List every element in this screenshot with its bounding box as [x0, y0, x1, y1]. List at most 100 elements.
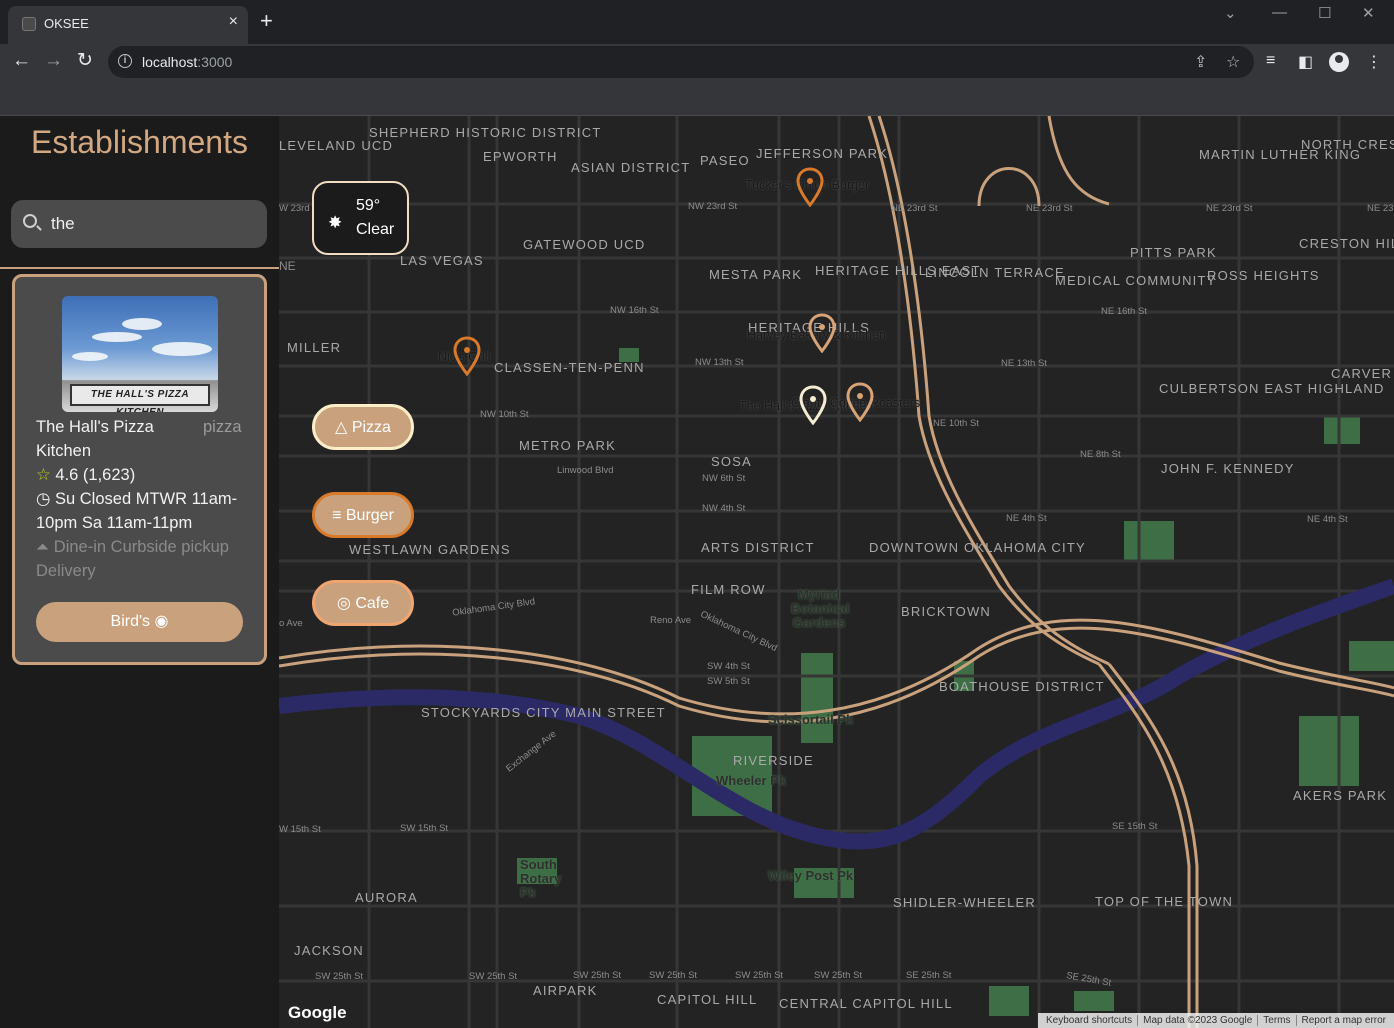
browser-toolbar: ← → ↻ i localhost:3000 ⇪ ☆ ≡ ◧ ⋮ — [0, 44, 1394, 80]
district-label: MARTIN LUTHER KING — [1199, 147, 1362, 162]
sidebar: Establishments THE HALL'S PIZZA KITCHEN … — [0, 116, 279, 1028]
street-label: NE 4th St — [1307, 514, 1348, 525]
share-icon[interactable]: ⇪ — [1194, 52, 1207, 72]
district-label: EPWORTH — [483, 149, 558, 164]
site-info-icon[interactable]: i — [118, 54, 132, 68]
eye-icon: ◉ — [154, 613, 169, 630]
district-label: STOCKYARDS CITY MAIN STREET — [421, 705, 666, 720]
map-marker-selected[interactable] — [799, 385, 827, 425]
district-label: LINCOLN TERRACE — [925, 265, 1065, 280]
clock-icon: ◷ — [36, 490, 51, 508]
media-control-icon[interactable]: ≡ — [1266, 52, 1275, 70]
side-panel-icon[interactable]: ◧ — [1298, 52, 1313, 72]
park-label: Myriad Botanical Gardens — [791, 587, 850, 630]
district-label: LAS VEGAS — [400, 253, 484, 268]
district-label: AURORA — [355, 890, 418, 905]
maximize-icon[interactable]: ☐ — [1318, 4, 1331, 22]
street-label: SE 25th St — [906, 970, 952, 981]
tab-search-icon[interactable]: ⌄ — [1224, 4, 1237, 22]
park-label: Scissortail Pk — [768, 712, 854, 727]
street-label: NE 8th St — [1080, 449, 1121, 460]
street-label: SW 25th St — [469, 971, 518, 982]
hours-text: Su Closed MTWR 11am-10pm Sa 11am-11pm — [36, 490, 238, 532]
street-label: Linwood Blvd — [557, 465, 614, 476]
birds-button-label: Bird's — [110, 613, 151, 630]
browser-titlebar: OKSEE × + ⌄ — ☐ ✕ — [0, 0, 1394, 44]
map-marker-grill[interactable] — [453, 336, 481, 376]
filter-pizza-button[interactable]: △ Pizza — [312, 404, 414, 450]
back-icon[interactable]: ← — [12, 50, 31, 72]
district-label: BOATHOUSE DISTRICT — [939, 679, 1105, 694]
services-text: Dine-in Curbside pickup Delivery — [36, 538, 229, 580]
establishment-card[interactable]: THE HALL'S PIZZA KITCHEN The Hall's Pizz… — [12, 274, 267, 665]
street-label: NE 13th St — [1001, 358, 1047, 369]
filter-cafe-button[interactable]: ◎ Cafe — [312, 580, 414, 626]
bookmark-star-icon[interactable]: ☆ — [1226, 52, 1240, 72]
map-marker-bakery[interactable] — [808, 313, 836, 353]
new-tab-icon[interactable]: + — [260, 10, 273, 32]
district-label: CRESTON HILLS SOUTH — [1299, 236, 1394, 251]
search-icon — [23, 214, 37, 228]
street-label: NE 23rd St — [1206, 203, 1253, 214]
report-error-link[interactable]: Report a map error — [1295, 1015, 1391, 1026]
filter-label: Burger — [345, 507, 394, 524]
close-tab-icon[interactable]: × — [229, 13, 238, 31]
rating-text: 4.6 (1,623) — [55, 466, 136, 484]
keyboard-shortcuts-link[interactable]: Keyboard shortcuts — [1041, 1015, 1137, 1026]
street-label: NE — [279, 259, 296, 273]
filter-label: Cafe — [355, 595, 390, 612]
birds-button[interactable]: Bird's ◉ — [36, 602, 243, 642]
filter-burger-button[interactable]: ≡ Burger — [312, 492, 414, 538]
search-input[interactable] — [51, 210, 251, 238]
map[interactable]: SHEPHERD HISTORIC DISTRICT LEVELAND UCD … — [279, 116, 1394, 1028]
district-label: ASIAN DISTRICT — [571, 160, 691, 175]
map-marker-cafe[interactable] — [846, 382, 874, 422]
establishment-photo: THE HALL'S PIZZA KITCHEN — [62, 296, 218, 412]
minimize-icon[interactable]: — — [1272, 4, 1287, 21]
district-label: DOWNTOWN OKLAHOMA CITY — [869, 540, 1086, 555]
street-label: SW 25th St — [315, 971, 364, 982]
terms-link[interactable]: Terms — [1257, 1015, 1296, 1026]
address-bar[interactable]: i localhost:3000 ⇪ ☆ — [108, 46, 1254, 78]
street-label: NE 23 — [1367, 203, 1394, 214]
district-label: CENTRAL CAPITOL HILL — [779, 996, 953, 1011]
map-marker-burger[interactable] — [796, 167, 824, 207]
forward-icon[interactable]: → — [44, 50, 63, 72]
weather-condition: Clear — [356, 221, 395, 238]
street-label: NW 4th St — [702, 503, 746, 514]
divider — [0, 267, 279, 269]
district-label: CAPITOL HILL — [657, 992, 758, 1007]
district-label: PASEO — [700, 153, 750, 168]
map-attribution: Keyboard shortcuts Map data ©2023 Google T… — [1037, 1013, 1394, 1028]
establishment-name: The Hall's Pizza Kitchen — [36, 418, 154, 460]
district-label: SHIDLER-WHEELER — [893, 895, 1036, 910]
district-label: ARTS DISTRICT — [701, 540, 815, 555]
rating-row: ☆ 4.6 (1,623) — [36, 463, 256, 487]
map-data-text: Map data ©2023 Google — [1137, 1015, 1258, 1026]
google-logo: Google — [288, 1003, 347, 1022]
address-url[interactable]: localhost:3000 — [142, 54, 232, 70]
bookmarks-bar — [0, 80, 1394, 116]
reload-icon[interactable]: ↻ — [77, 50, 93, 72]
district-label: MEDICAL COMMUNITY — [1055, 273, 1217, 288]
district-label: AIRPARK — [533, 983, 598, 998]
sun-icon: ✸ — [328, 213, 343, 232]
district-label: BRICKTOWN — [901, 604, 992, 619]
photo-sign: THE HALL'S PIZZA KITCHEN — [70, 384, 210, 412]
sidebar-title: Establishments — [31, 124, 248, 160]
park-label: South Rotary Pk — [520, 857, 562, 900]
district-label: ROSS HEIGHTS — [1207, 268, 1320, 283]
profile-avatar-icon[interactable] — [1329, 52, 1349, 72]
district-label: NORTH CRESTON HIL — [1301, 137, 1394, 152]
tab-title: OKSEE — [44, 16, 89, 31]
district-label: CARVER — [1331, 366, 1393, 381]
browser-tab[interactable]: OKSEE × — [8, 6, 248, 44]
search-box[interactable] — [11, 200, 267, 248]
street-label: W 23rd — [279, 203, 310, 214]
close-window-icon[interactable]: ✕ — [1362, 4, 1375, 22]
street-label: Reno Ave — [650, 615, 692, 626]
street-label: SW 5th St — [707, 676, 750, 687]
menu-kebab-icon[interactable]: ⋮ — [1366, 52, 1382, 72]
street-label: NE 10th St — [933, 418, 979, 429]
weather-widget: ✸ 59° Clear — [312, 181, 409, 255]
